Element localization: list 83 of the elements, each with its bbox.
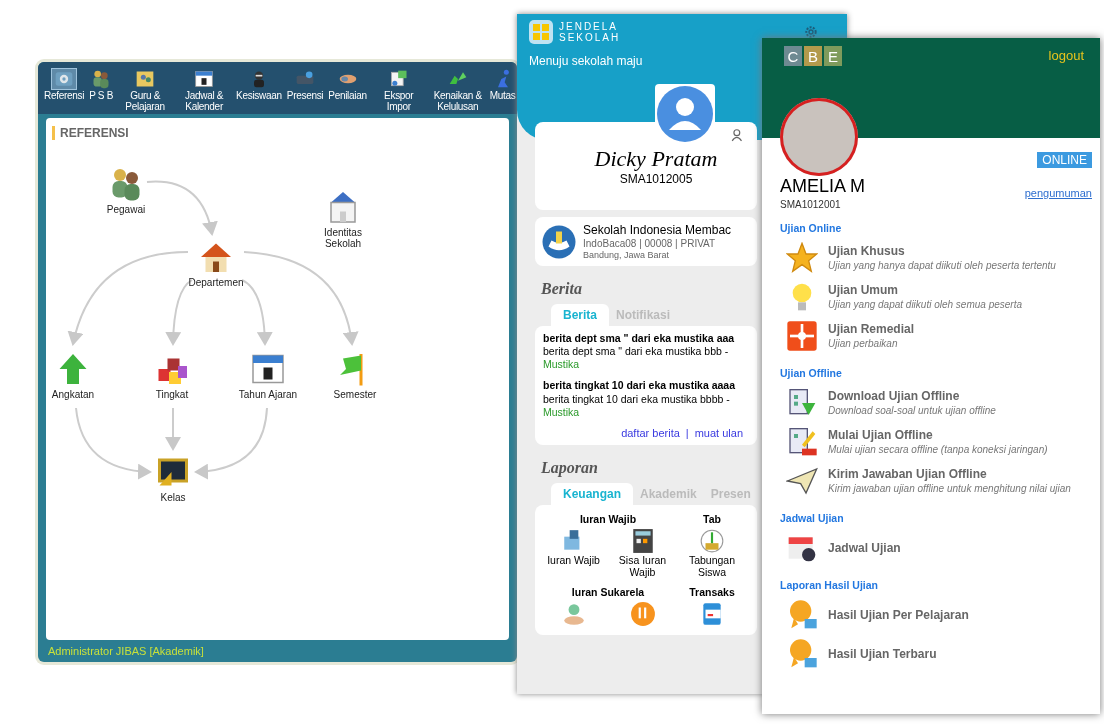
- node-label: Angkatan: [51, 389, 95, 400]
- node-label: Departemen: [188, 277, 244, 288]
- menu-item-description: Mulai ujian secara offline (tanpa koneksi jaringan): [828, 444, 1048, 455]
- student-name: AMELIA M: [780, 176, 866, 197]
- user-id: SMA1012005: [618, 172, 694, 186]
- menu-item-description: Ujian yang hanya dapat diikuti oleh peserta tertentu: [828, 260, 1056, 271]
- menu-item-description: Kirim jawaban ujian offline untuk menghitung nilai ujian: [828, 483, 1071, 494]
- asterisk-icon[interactable]: [786, 319, 818, 352]
- news-summary: berita dept sma " dari eka mustika bbb -: [543, 345, 729, 359]
- gear-icon: [52, 69, 77, 89]
- logo-letter: E: [824, 46, 842, 66]
- toolbar-button[interactable]: Kesiswaan: [234, 68, 284, 110]
- node-label: Kelas: [160, 492, 186, 503]
- connector-arrow: [146, 180, 218, 236]
- toolbar-button[interactable]: Guru & Pelajaran: [116, 68, 175, 110]
- school-emblem-icon: [541, 223, 577, 260]
- logo-letter: C: [784, 46, 802, 66]
- menu-item-title[interactable]: Ujian Khusus: [828, 244, 1056, 258]
- report-item-label[interactable]: Iuran Wajib: [540, 553, 607, 566]
- toolbar-button[interactable]: Penilaian: [326, 68, 369, 110]
- news-title[interactable]: berita dept sma " dari eka mustika aaa: [543, 332, 735, 346]
- toolbar-button[interactable]: Kenaikan & Kelulusan: [428, 68, 487, 110]
- menu-item-title[interactable]: Kirim Jawaban Ujian Offline: [828, 467, 1071, 481]
- node-label: Pegawai: [106, 204, 146, 215]
- window-logo-icon: [529, 20, 553, 44]
- user-name: Dicky Pratam: [593, 146, 719, 172]
- news-author: Mustika: [543, 405, 580, 419]
- section-heading: Ujian Online: [780, 222, 843, 234]
- toolbar-button[interactable]: P S B: [87, 68, 116, 110]
- app-logo-text: SEKOLAH: [559, 32, 621, 43]
- status-text: Administrator JIBAS [Akademik]: [48, 645, 204, 657]
- menu-item-title[interactable]: Hasil Ujian Terbaru: [828, 646, 937, 661]
- node-label: Identitas Sekolah: [323, 227, 363, 249]
- toolbar-button[interactable]: Mutas: [487, 68, 518, 110]
- menu-item-description: Ujian perbaikan: [828, 338, 899, 349]
- logo-letter: B: [804, 46, 822, 66]
- school-location: Bandung, Jawa Barat: [583, 250, 671, 260]
- status-badge: ONLINE: [1037, 152, 1092, 168]
- report-group-title: Transaks: [689, 585, 735, 598]
- toolbar-button[interactable]: Ekspor Impor: [369, 68, 428, 110]
- section-heading: Ujian Offline: [780, 367, 843, 379]
- star-icon[interactable]: [786, 241, 818, 274]
- section-heading: Laporan Hasil Ujian: [780, 579, 880, 591]
- menu-item-description: Download soal-soal untuk ujian offline: [828, 405, 996, 416]
- news-list-link[interactable]: daftar berita: [621, 426, 680, 439]
- school-details: IndoBaca08 | 00008 | PRIVAT: [583, 238, 717, 249]
- menu-item-title[interactable]: Mulai Ujian Offline: [828, 428, 1048, 442]
- report-item-label[interactable]: Tabungan Siswa: [679, 553, 745, 578]
- logout-link[interactable]: logout: [1048, 48, 1084, 63]
- menu-item-title[interactable]: Download Ujian Offline: [828, 389, 996, 403]
- tagline: Menuju sekolah maju: [529, 54, 643, 68]
- test-sheet-icon[interactable]: [786, 425, 818, 458]
- student-id: SMA1012001: [780, 199, 842, 210]
- toolbar-button[interactable]: Referensi: [42, 68, 87, 110]
- node-label: Tahun Ajaran: [238, 389, 298, 400]
- person-icon[interactable]: [731, 128, 745, 142]
- link-separator: |: [685, 426, 689, 439]
- settings-icon[interactable]: [803, 24, 819, 40]
- section-heading: Laporan: [541, 458, 599, 477]
- section-title: REFERENSI: [52, 126, 503, 140]
- node-label: Tingkat: [155, 389, 189, 400]
- news-title[interactable]: berita tingkat 10 dari eka mustika aaaa: [543, 379, 735, 393]
- announcement-link[interactable]: pengumuman: [1024, 187, 1092, 199]
- report-group-title: Iuran Sukarela: [571, 585, 645, 598]
- menu-item-title[interactable]: Ujian Remedial: [828, 322, 915, 336]
- news-author: Mustika: [543, 358, 580, 372]
- reload-link[interactable]: muat ulan: [694, 426, 743, 439]
- connector-arrow: [165, 407, 181, 451]
- section-heading: Jadwal Ujian: [780, 512, 845, 524]
- report-group-title: Tab: [703, 512, 721, 525]
- school-name: Sekolah Indonesia Membac: [583, 223, 732, 237]
- toolbar-button[interactable]: Presensi: [284, 68, 326, 110]
- toolbar-button[interactable]: Jadwal & Kalender: [175, 68, 234, 110]
- menu-item-title[interactable]: Hasil Ujian Per Pelajaran: [828, 607, 969, 622]
- news-summary: berita tingkat 10 dari eka mustika bbbb -: [543, 392, 730, 406]
- report-item-label[interactable]: Sisa Iuran Wajib: [609, 553, 676, 578]
- report-group-title: Iuran Wajib: [579, 512, 637, 525]
- menu-item-title[interactable]: Jadwal Ujian: [828, 540, 901, 555]
- menu-item-description: Ujian yang dapat diikuti oleh semua peserta: [828, 299, 1022, 310]
- section-heading: Berita: [541, 280, 583, 298]
- menu-item-title[interactable]: Ujian Umum: [828, 283, 1022, 297]
- node-label: Semester: [333, 389, 377, 400]
- app-logo-text: JENDELA: [559, 21, 619, 32]
